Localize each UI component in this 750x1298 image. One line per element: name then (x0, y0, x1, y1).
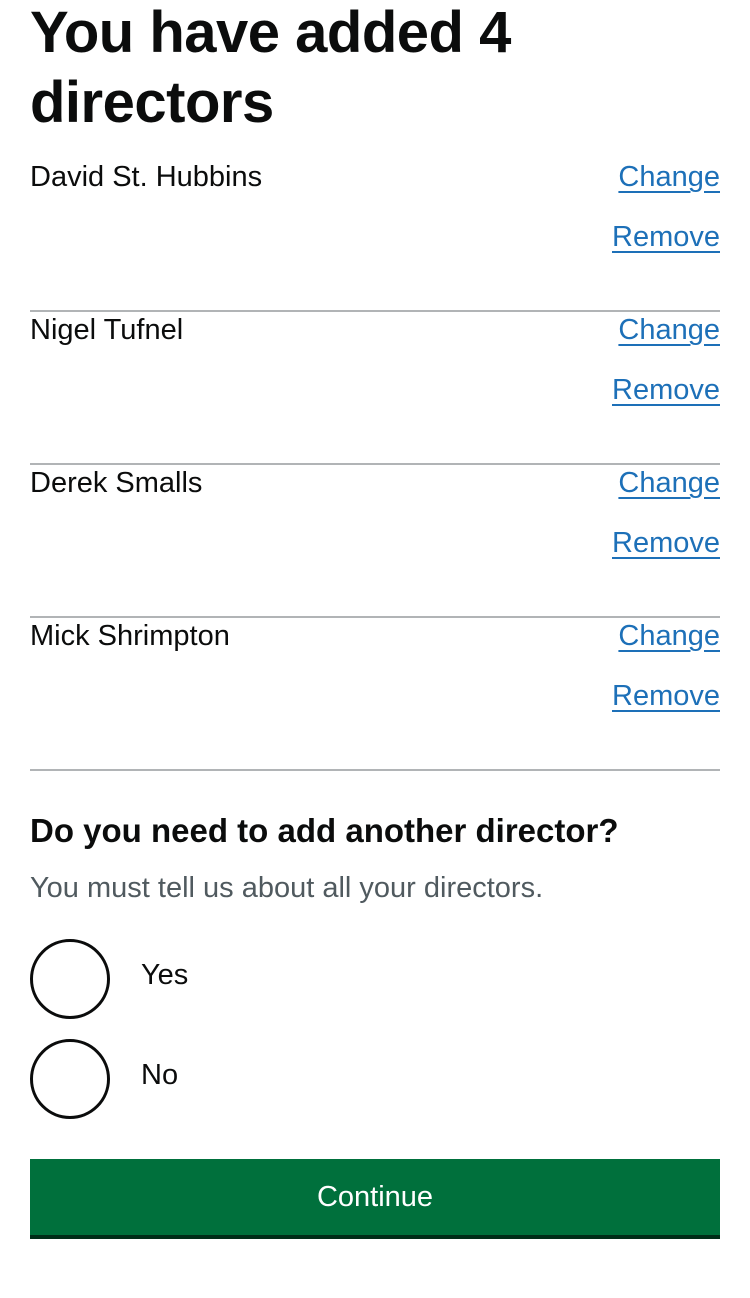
remove-link[interactable]: Remove (612, 219, 720, 255)
director-list: David St. Hubbins Change Remove Nigel Tu… (30, 159, 720, 771)
director-actions: Change Remove (612, 312, 720, 408)
director-actions: Change Remove (612, 159, 720, 255)
director-row: Nigel Tufnel Change Remove (30, 312, 720, 465)
remove-link[interactable]: Remove (612, 678, 720, 714)
radio-label-no[interactable]: No (141, 1057, 178, 1093)
director-row: Mick Shrimpton Change Remove (30, 618, 720, 771)
question-heading: Do you need to add another director? (30, 812, 619, 849)
change-link[interactable]: Change (612, 465, 720, 501)
radio-button-no[interactable] (30, 1039, 110, 1119)
radio-button-yes[interactable] (30, 939, 110, 1019)
director-name: Mick Shrimpton (30, 620, 230, 652)
radio-option-yes[interactable]: Yes (30, 939, 720, 1019)
page-container: You have added 4 directors David St. Hub… (30, 0, 720, 1235)
director-name: David St. Hubbins (30, 161, 263, 193)
radio-label-yes[interactable]: Yes (141, 957, 188, 993)
question-hint: You must tell us about all your director… (30, 872, 544, 904)
director-name: Derek Smalls (30, 467, 203, 499)
director-name: Nigel Tufnel (30, 314, 184, 346)
director-actions: Change Remove (612, 465, 720, 561)
radio-option-no[interactable]: No (30, 1039, 720, 1119)
continue-button[interactable]: Continue (30, 1159, 720, 1235)
director-row: Derek Smalls Change Remove (30, 465, 720, 618)
page-title: You have added 4 directors (30, 0, 511, 135)
add-director-fieldset: Do you need to add another director? You… (30, 771, 720, 1139)
director-row: David St. Hubbins Change Remove (30, 159, 720, 312)
remove-link[interactable]: Remove (612, 372, 720, 408)
change-link[interactable]: Change (612, 618, 720, 654)
change-link[interactable]: Change (612, 312, 720, 348)
remove-link[interactable]: Remove (612, 525, 720, 561)
radio-group: Yes No (30, 939, 720, 1119)
director-actions: Change Remove (612, 618, 720, 714)
change-link[interactable]: Change (612, 159, 720, 195)
